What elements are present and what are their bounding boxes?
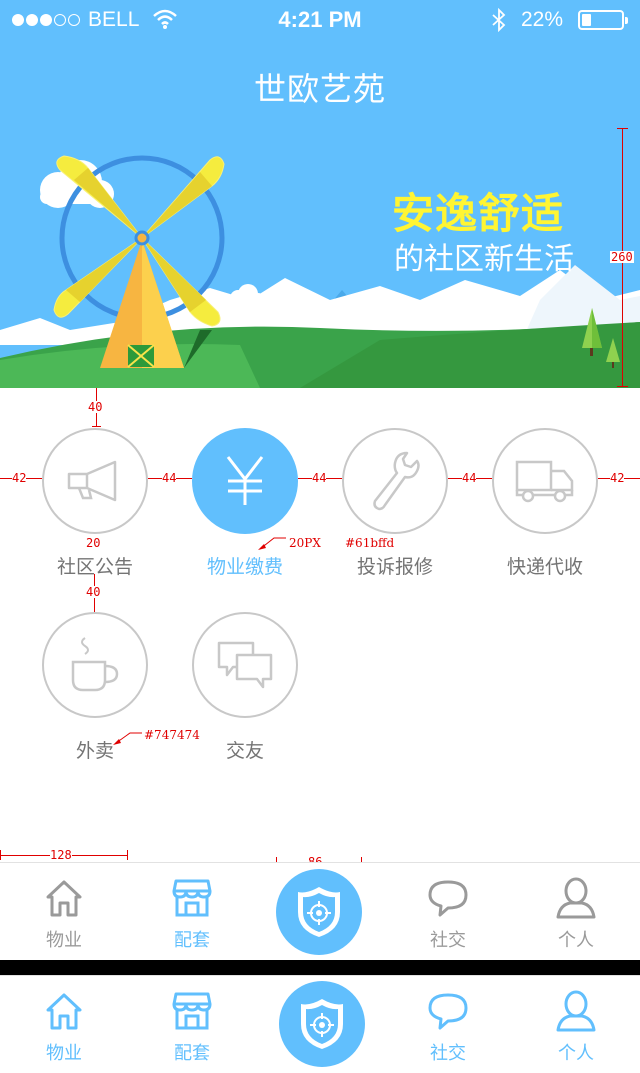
gap-3-note: 44 [462, 471, 477, 485]
font-size-note: 20PX [289, 536, 321, 550]
megaphone-icon [42, 428, 148, 534]
label-gap-note: 20 [86, 536, 101, 550]
shield-icon [301, 999, 343, 1049]
tab-profile[interactable]: 个人 [512, 863, 640, 961]
tab-bar-active: 物业 配套 社交 个人 [0, 975, 640, 1073]
chat-icon [428, 880, 468, 917]
status-bar: BELL 4:21 PM 22% [0, 0, 640, 40]
margin-right-note: 42 [610, 471, 625, 485]
feature-label: 物业缴费 [206, 556, 283, 578]
tab-label: 配套 [174, 930, 210, 951]
divider [0, 960, 640, 975]
tab-social[interactable]: 社交 [384, 863, 512, 961]
slogan-subtitle: 的社区新生活 [394, 242, 574, 277]
gap-2-note: 44 [312, 471, 327, 485]
home-icon [46, 880, 82, 917]
gap-top-note: 40 [88, 400, 103, 414]
text-color-note: #747474 [144, 728, 200, 742]
tab-label: 物业 [46, 930, 82, 951]
tab-label: 个人 [558, 1043, 594, 1064]
gap-1-note: 44 [162, 471, 177, 485]
callout-arrow [113, 732, 142, 745]
yen-icon [192, 428, 298, 534]
battery-icon [578, 10, 628, 30]
tab-label: 物业 [46, 1043, 82, 1064]
tab-bar-spec: 物业 配套 社交 个人 [0, 862, 640, 960]
battery-percentage: 22% [521, 8, 564, 31]
coffee-cup-icon [42, 612, 148, 718]
home-icon [46, 993, 82, 1030]
dimension-tick [617, 128, 628, 129]
wrench-icon [342, 428, 448, 534]
dimension-tick [127, 850, 128, 860]
callout-arrow [258, 537, 286, 550]
row-gap-note: 40 [86, 585, 101, 599]
tab-label: 社交 [430, 1043, 466, 1064]
person-icon [556, 990, 596, 1032]
chat-bubbles-icon [192, 612, 298, 718]
tab-label: 配套 [174, 1043, 210, 1064]
store-icon [172, 992, 212, 1030]
shield-icon [298, 887, 340, 937]
feature-label: 投诉报修 [356, 556, 433, 578]
banner-height-note: 260 [610, 250, 634, 264]
tab-label: 社交 [430, 930, 466, 951]
tab-social[interactable]: 社交 [384, 976, 512, 1073]
tab-profile[interactable]: 个人 [512, 976, 640, 1073]
truck-icon [492, 428, 598, 534]
dimension-tick [0, 850, 1, 860]
tab-property[interactable]: 物业 [0, 863, 128, 961]
margin-left-note: 42 [12, 471, 27, 485]
tab-facilities[interactable]: 配套 [128, 863, 256, 961]
person-icon [556, 877, 596, 919]
dimension-tick [92, 426, 101, 427]
feature-label: 快递代收 [506, 556, 583, 578]
tab-property[interactable]: 物业 [0, 976, 128, 1073]
dimension-tick [617, 386, 628, 387]
header-banner: BELL 4:21 PM 22% 世欧艺苑 安逸舒适 的社区新生活 [0, 0, 640, 388]
center-shield-button[interactable] [279, 981, 365, 1067]
feature-label: 社区公告 [56, 556, 133, 578]
slogan-headline: 安逸舒适 [392, 189, 565, 238]
tab-width-note: 128 [50, 848, 72, 862]
bluetooth-icon [492, 8, 506, 32]
tab-label: 个人 [558, 930, 594, 951]
store-icon [172, 879, 212, 917]
active-color-note: #61bffd [345, 536, 395, 550]
center-shield-button[interactable] [276, 869, 362, 955]
chat-icon [428, 993, 468, 1030]
page-title: 世欧艺苑 [253, 70, 386, 108]
tab-facilities[interactable]: 配套 [128, 976, 256, 1073]
